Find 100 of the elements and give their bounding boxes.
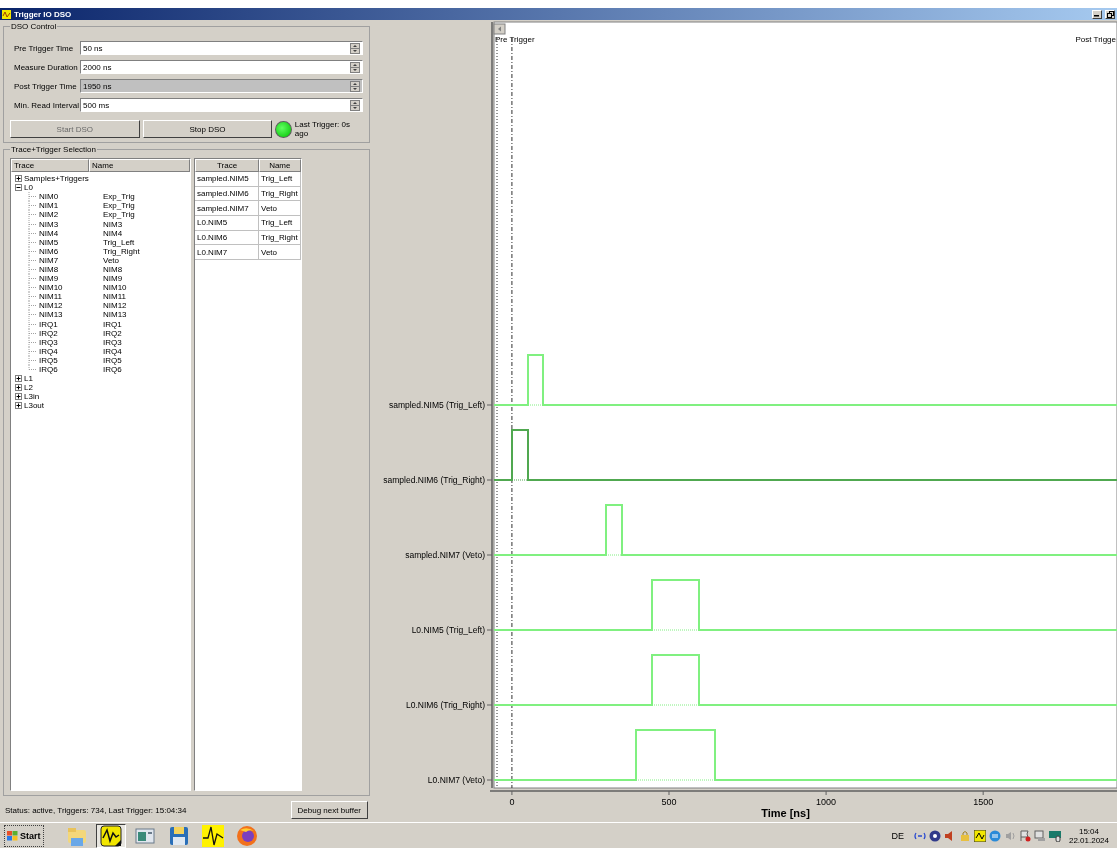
table-cell: Veto xyxy=(259,245,301,260)
windows-flag-icon xyxy=(7,830,18,841)
tree-item[interactable]: Samples+Triggers xyxy=(24,174,89,184)
expand-icon[interactable] xyxy=(15,393,22,401)
table-cell: L0.NIM6 xyxy=(195,230,259,245)
tree-item[interactable]: NIM0 xyxy=(39,192,59,202)
tree-item[interactable]: NIM4 xyxy=(39,228,59,238)
restore-icon xyxy=(1106,10,1114,18)
tree-item[interactable]: IRQ3 xyxy=(39,337,58,347)
column-header[interactable]: Trace xyxy=(195,159,259,172)
debug-button[interactable]: Debug next buffer xyxy=(290,801,368,819)
oscilloscope-tray-icon[interactable] xyxy=(973,829,986,842)
trace-label: sampled.NIM6 (Trig_Right) xyxy=(383,475,485,485)
tree-connector xyxy=(25,201,39,211)
tree-connector xyxy=(25,319,39,329)
disc-icon[interactable] xyxy=(928,829,941,842)
input-field[interactable]: 50 ns xyxy=(80,41,363,55)
tree-item[interactable]: NIM11 xyxy=(39,292,62,302)
table-cell: Trig_Right xyxy=(259,186,301,201)
table-cell: sampled.NIM7 xyxy=(195,201,259,216)
computer-icon[interactable] xyxy=(1033,829,1046,842)
tree-connector xyxy=(25,265,39,274)
tree-connector xyxy=(25,274,39,284)
tree-item[interactable]: NIM12 xyxy=(39,301,63,311)
tick-label: 500 xyxy=(661,797,677,807)
marker-label: Post Trigge xyxy=(1075,35,1116,44)
tree-cell: NIM3 xyxy=(103,219,123,229)
table-cell: Veto xyxy=(259,201,301,216)
tree-cell: Exp_Trig xyxy=(103,210,135,220)
tree-item[interactable]: IRQ1 xyxy=(39,319,58,329)
table-cell: L0.NIM7 xyxy=(195,245,259,260)
minimize-button[interactable] xyxy=(1092,9,1102,19)
tree-connector xyxy=(25,301,39,311)
tree-cell: Exp_Trig xyxy=(103,192,135,202)
tree-cell: NIM11 xyxy=(103,292,126,302)
tree-item[interactable]: L0 xyxy=(24,183,33,193)
tree-cell: Veto xyxy=(103,255,119,265)
trace-label: L0.NIM6 (Trig_Right) xyxy=(405,700,485,710)
tree-item[interactable]: NIM6 xyxy=(39,246,59,256)
oscilloscope-icon[interactable] xyxy=(100,825,121,846)
spin-buttons[interactable] xyxy=(350,99,360,111)
marker-label: Pre Trigger xyxy=(495,35,535,44)
language-indicator[interactable]: DE xyxy=(885,830,910,841)
app-icon xyxy=(2,9,11,19)
tick-label: 1500 xyxy=(973,797,994,807)
field-label: Measure Duration xyxy=(14,62,79,72)
tree-connector xyxy=(25,237,39,247)
table-cell: sampled.NIM6 xyxy=(195,186,259,201)
tree-item[interactable]: IRQ4 xyxy=(39,346,58,356)
browser-icon[interactable] xyxy=(236,825,257,846)
tree-item[interactable]: NIM3 xyxy=(39,219,59,229)
tree-item[interactable]: NIM1 xyxy=(39,201,59,211)
expand-icon[interactable] xyxy=(15,402,22,410)
column-header[interactable]: Trace xyxy=(11,159,89,172)
tree-item[interactable]: NIM10 xyxy=(39,283,63,293)
clock-time[interactable]: 15:04 xyxy=(1078,826,1099,836)
tree-item[interactable]: NIM13 xyxy=(39,310,63,320)
tree-item[interactable]: L2 xyxy=(24,383,33,393)
dso-button[interactable]: Stop DSO xyxy=(142,120,273,138)
taskbar-button[interactable] xyxy=(95,823,126,848)
column-header[interactable]: Name xyxy=(89,159,190,172)
tree-item[interactable]: L1 xyxy=(24,374,33,384)
tree-item[interactable]: IRQ6 xyxy=(39,365,58,374)
axis-title: Time [ns] xyxy=(761,807,810,819)
input-field[interactable]: 2000 ns xyxy=(80,60,363,74)
expand-icon[interactable] xyxy=(15,375,22,383)
tree-item[interactable]: IRQ5 xyxy=(39,355,58,365)
collapse-icon[interactable] xyxy=(15,184,22,192)
window-icon[interactable] xyxy=(135,828,154,843)
scroll-left-button[interactable] xyxy=(493,23,506,35)
start-button[interactable]: Start xyxy=(4,824,44,847)
flag-icon[interactable] xyxy=(1018,829,1031,842)
spin-buttons[interactable] xyxy=(350,42,360,54)
spin-buttons[interactable] xyxy=(350,61,360,73)
tree-item[interactable]: NIM5 xyxy=(39,237,59,247)
selection-table[interactable]: Trace Name sampled.NIM5 Trig_Left sampled.NIM6 Trig_Right sampled.NIM7 Veto L0.NIM5 Trig_Left L0.NIM6 Trig_Right L0.NIM7 Veto xyxy=(194,158,302,791)
clock-date[interactable]: 22.01.2024 xyxy=(1068,835,1109,845)
tree-item[interactable]: NIM8 xyxy=(39,265,59,274)
restore-button[interactable] xyxy=(1105,9,1115,19)
expand-icon[interactable] xyxy=(15,384,22,392)
monitor-icon[interactable] xyxy=(1048,829,1061,842)
trace-tree[interactable] xyxy=(10,158,191,791)
tree-item[interactable]: NIM9 xyxy=(39,274,59,284)
tree-item[interactable]: IRQ2 xyxy=(39,328,58,338)
column-header[interactable]: Name xyxy=(259,159,301,172)
trace-label: sampled.NIM5 (Trig_Left) xyxy=(388,400,485,410)
table-cell: sampled.NIM5 xyxy=(195,172,259,186)
tree-connector xyxy=(25,219,39,229)
tree-cell: NIM8 xyxy=(103,265,123,274)
input-field[interactable]: 500 ms xyxy=(80,98,363,112)
tree-connector xyxy=(25,192,39,202)
tree-item[interactable]: L3out xyxy=(24,401,45,411)
window-title: Trigger IO DSO xyxy=(14,9,73,19)
tree-item[interactable]: L3in xyxy=(24,392,40,402)
tree-item[interactable]: NIM2 xyxy=(39,210,59,220)
table-cell: Trig_Left xyxy=(259,216,301,230)
tree-item[interactable]: NIM7 xyxy=(39,255,59,265)
tree-cell: Trig_Left xyxy=(103,237,135,247)
tree-connector xyxy=(25,255,39,265)
expand-icon[interactable] xyxy=(15,175,22,183)
